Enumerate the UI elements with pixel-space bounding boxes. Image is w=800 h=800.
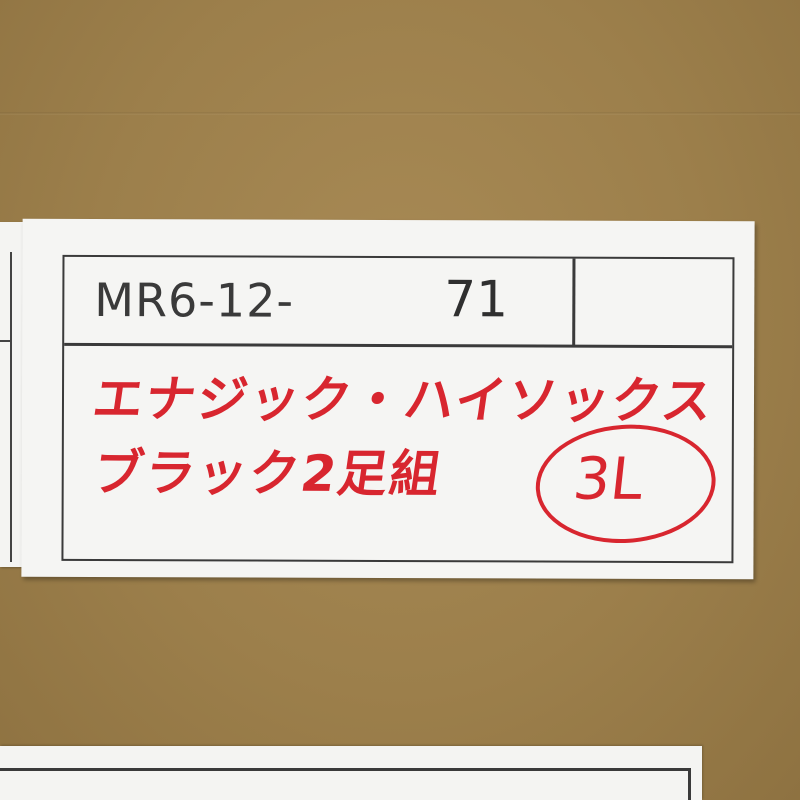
label-border-line <box>0 340 12 342</box>
product-code-prefix: MR6-12- <box>94 272 295 328</box>
label-border-line <box>688 768 691 800</box>
label-border-line <box>0 768 690 771</box>
cardboard-crease <box>0 112 800 115</box>
grid-row-divider <box>64 342 733 348</box>
product-label: MR6-12- 71 エナジック・ハイソックス ブラック2足組 3L <box>21 218 755 580</box>
product-code-number: 71 <box>444 270 509 329</box>
label-grid: MR6-12- 71 エナジック・ハイソックス ブラック2足組 3L <box>61 254 735 564</box>
size-marking: 3L <box>570 444 647 513</box>
handwritten-product-detail: ブラック2足組 <box>89 443 447 504</box>
label-border-line <box>10 252 12 562</box>
handwritten-product-name: エナジック・ハイソックス <box>89 369 719 431</box>
grid-column-divider <box>572 258 575 347</box>
partial-label-bottom <box>0 746 702 800</box>
